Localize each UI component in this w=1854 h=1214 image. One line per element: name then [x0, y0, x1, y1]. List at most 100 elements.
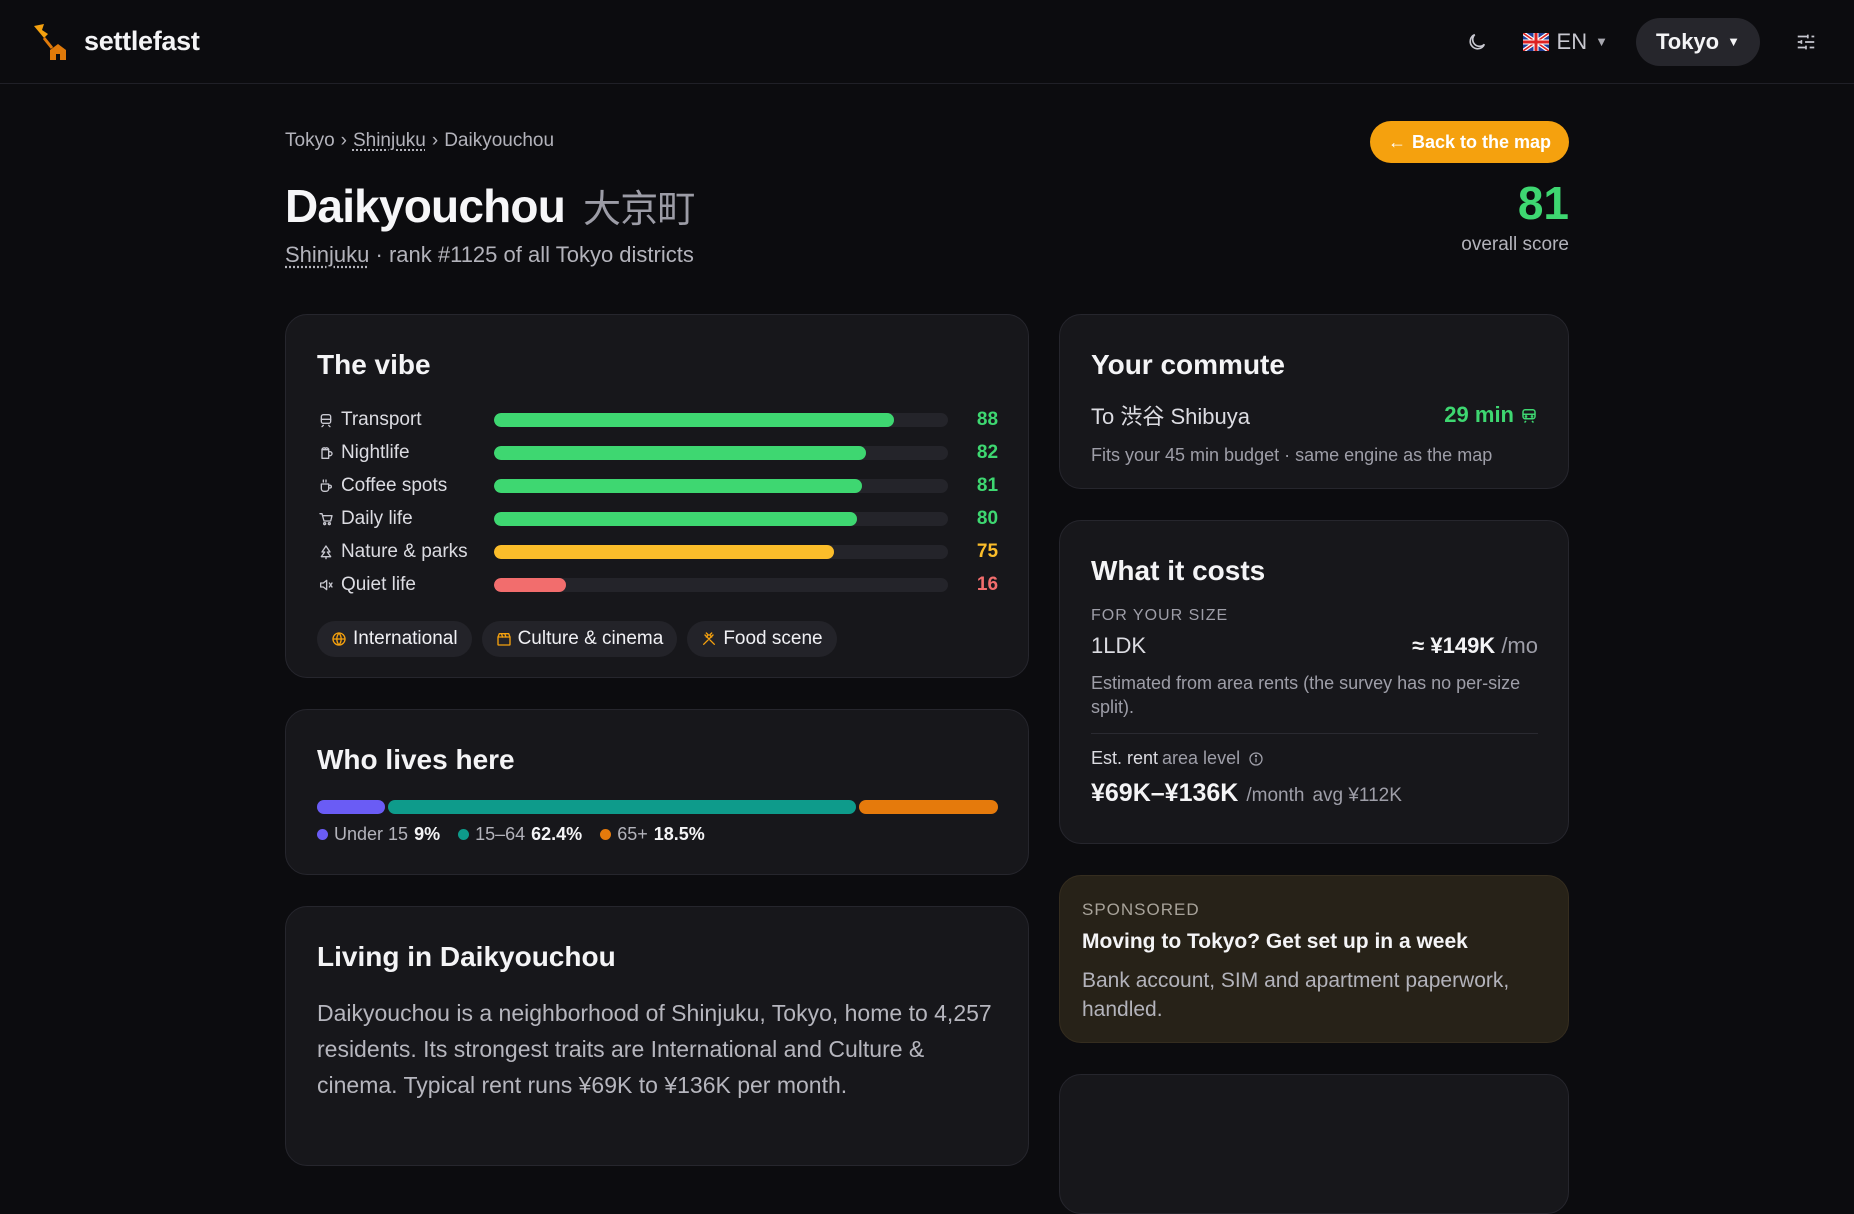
tree-icon [320, 544, 332, 559]
living-in-card: Living in Daikyouchou Daikyouchou is a n… [285, 906, 1029, 1166]
language-label: EN [1556, 28, 1588, 54]
city-label: Tokyo [1655, 28, 1720, 54]
sponsored-body: Bank account, SIM and apartment paperwor… [1082, 969, 1510, 1021]
vibe-tag-label: Food scene [723, 628, 823, 649]
ward-link[interactable]: Shinjuku [285, 242, 369, 267]
vibe-bar-track [493, 478, 949, 493]
breadcrumb-district: Daikyouchou [444, 130, 555, 151]
district-name-jp: 大京町 [583, 187, 695, 231]
globe-icon [332, 632, 346, 646]
rent-value: ¥69K–¥136K /month avg ¥112K [1091, 779, 1538, 808]
coffee-icon [320, 478, 332, 492]
age-group-label: Under 15 [334, 824, 409, 844]
breadcrumb-ward[interactable]: Shinjuku [353, 130, 426, 151]
vibe-bar-fill [493, 478, 862, 493]
sponsored-title: Moving to Tokyo? Get set up in a week [1082, 930, 1468, 953]
top-bar: settlefast EN ▼ Tokyo ▼ [0, 0, 1854, 84]
age-legend-item: 65+ 18.5% [600, 824, 705, 845]
beer-icon [317, 444, 335, 462]
mute-icon [317, 576, 335, 594]
city-select[interactable]: Tokyo ▼ [1635, 17, 1760, 66]
mute-icon [319, 579, 333, 590]
age-group-value: 18.5% [653, 824, 705, 844]
district-name: Daikyouchou [285, 180, 566, 232]
vibe-label: Quiet life [340, 573, 416, 595]
commute-destination: To 渋谷 Shibuya [1091, 404, 1250, 429]
vibe-tag[interactable]: International [317, 621, 472, 657]
vibe-row: Nightlife 82 [317, 436, 998, 469]
cost-note: Estimated from area rents (the survey ha… [1091, 671, 1538, 734]
legend-dot [600, 829, 612, 840]
back-to-map-button[interactable]: ← Back to the map [1369, 121, 1569, 163]
vibe-bar-track [493, 412, 949, 427]
vibe-row: Transport 88 [317, 403, 998, 436]
coffee-icon [317, 477, 335, 495]
commute-card: Your commute To 渋谷 Shibuya 29 min Fits y… [1059, 314, 1569, 489]
size-price: ≈ ¥149K /mo [1412, 633, 1538, 659]
language-select[interactable]: EN ▼ [1522, 28, 1608, 55]
rent-unit: /month [1246, 785, 1305, 806]
main-content: Tokyo › Shinjuku › Daikyouchou ← Back to the… [285, 84, 1569, 1214]
age-group-label: 15–64 [475, 824, 526, 844]
vibe-tag-label: International [353, 628, 458, 649]
vibe-bar-fill [493, 511, 858, 526]
cart-icon [317, 510, 335, 528]
vibe-score: 75 [976, 540, 999, 562]
vibe-bar-fill [493, 577, 567, 592]
commute-time-value: 29 min [1444, 402, 1514, 427]
chevron-down-icon: ▼ [1727, 34, 1740, 49]
who-title: Who lives here [317, 744, 515, 775]
vibe-bar-fill [493, 544, 835, 559]
tree-icon [317, 543, 335, 561]
train-icon [1522, 409, 1536, 424]
size-heading: FOR YOUR SIZE [1091, 607, 1229, 624]
rent-label-text: Est. rent [1091, 748, 1159, 768]
commute-title: Your commute [1091, 349, 1285, 380]
cart-icon [319, 512, 333, 525]
age-segment [859, 800, 998, 814]
vibe-row: Daily life 80 [317, 502, 998, 535]
breadcrumb-city[interactable]: Tokyo [285, 130, 335, 151]
vibe-score: 82 [976, 441, 999, 463]
age-group-label: 65+ [617, 824, 648, 844]
sliders-icon[interactable] [1788, 24, 1824, 60]
vibe-label: Nightlife [340, 441, 410, 463]
utensils-icon [703, 632, 716, 645]
score-label: overall score [1461, 234, 1569, 255]
rent-avg: avg ¥112K [1312, 785, 1402, 806]
vibe-tag[interactable]: Food scene [687, 621, 837, 657]
moon-icon[interactable] [1459, 24, 1495, 60]
age-distribution-bar [317, 800, 998, 814]
brand[interactable]: settlefast [30, 20, 200, 64]
clapper-icon [496, 633, 511, 646]
legend-dot [317, 829, 328, 840]
vibe-tag[interactable]: Culture & cinema [481, 621, 678, 657]
info-icon[interactable] [1248, 751, 1264, 767]
vibe-bar-track [493, 577, 949, 592]
rent-label: Est. rent area level [1091, 748, 1538, 769]
age-segment [387, 800, 857, 814]
age-segment [317, 800, 385, 814]
logo-icon [34, 23, 66, 60]
vibe-tag-label: Culture & cinema [517, 628, 664, 649]
size-price-value: ≈ ¥149K [1412, 633, 1496, 658]
age-group-value: 62.4% [531, 824, 583, 844]
chevron-down-icon: ▼ [1595, 34, 1608, 49]
back-button-label: Back to the map [1411, 131, 1551, 152]
age-legend-item: 15–64 62.4% [458, 824, 582, 845]
vibe-label: Coffee spots [340, 474, 448, 496]
beer-icon [321, 446, 333, 459]
legend-dot [458, 829, 470, 840]
costs-card: What it costs FOR YOUR SIZE 1LDK ≈ ¥149K… [1059, 520, 1569, 844]
arrow-left-icon: ← [1387, 131, 1406, 152]
vibe-bar-fill [493, 412, 894, 427]
living-description: Daikyouchou is a neighborhood of Shinjuk… [317, 1000, 992, 1098]
size-price-unit: /mo [1501, 633, 1538, 658]
age-group-value: 9% [414, 824, 441, 844]
overall-score: 81 overall score [1461, 180, 1569, 256]
page-title: Daikyouchou 大京町 [285, 178, 695, 233]
vibe-score: 88 [976, 408, 999, 430]
sponsored-card[interactable]: SPONSORED Moving to Tokyo? Get set up in… [1059, 875, 1569, 1043]
train-icon [317, 411, 335, 429]
brand-name: settlefast [84, 26, 200, 56]
